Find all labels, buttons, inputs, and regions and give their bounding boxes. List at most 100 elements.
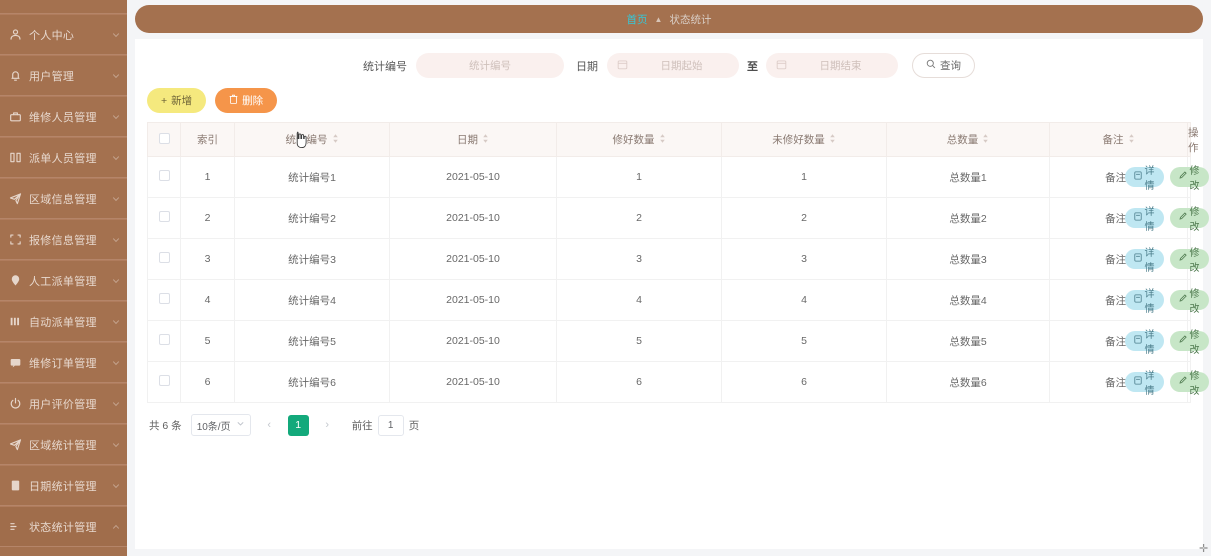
prev-page-button[interactable]: ‹ [260, 415, 279, 436]
page-number-1[interactable]: 1 [287, 414, 309, 436]
frame-icon [9, 233, 22, 246]
sort-icon[interactable] [659, 133, 666, 147]
search-button-label: 查询 [940, 60, 961, 72]
chevron-down-icon[interactable] [111, 358, 121, 368]
row-checkbox[interactable] [158, 334, 170, 345]
chevron-down-icon[interactable] [111, 71, 121, 81]
date-end-input[interactable]: 日期结束 [766, 53, 898, 78]
sidebar-item-label: 人工派单管理 [29, 275, 97, 288]
sort-icon[interactable] [1128, 133, 1135, 147]
column-header-remark[interactable]: 备注 [1049, 122, 1188, 157]
pencil-icon [1178, 335, 1187, 347]
chevron-down-icon[interactable] [111, 399, 121, 409]
sidebar-item-label: 自动派单管理 [29, 316, 97, 329]
chevron-down-icon[interactable] [111, 481, 121, 491]
search-button[interactable]: 查询 [912, 53, 975, 78]
app-root: 个人中心 用户管理 维修人员管理 派单人员管理区域信息管理报修信息管理人工派单管理 自动… [0, 0, 1211, 556]
row-checkbox[interactable] [158, 293, 170, 304]
sidebar-item-9[interactable]: 维修订单管理 [0, 342, 127, 383]
column-header-total[interactable]: 总数量 [886, 122, 1050, 157]
sidebar-item-partial[interactable] [0, 0, 127, 14]
sidebar-item-8[interactable]: 自动派单管理 [0, 301, 127, 342]
edit-button[interactable]: 修改 [1169, 289, 1209, 315]
edit-button[interactable]: 修改 [1169, 371, 1209, 397]
sidebar-item-1[interactable]: 个人中心 [0, 14, 127, 55]
sort-icon[interactable] [332, 133, 339, 147]
pencil-icon [1178, 253, 1187, 265]
cell-ops: 详情修改删除 [1124, 279, 1209, 321]
detail-button[interactable]: 详情 [1124, 207, 1164, 233]
next-page-button[interactable]: › [318, 415, 337, 436]
date-start-placeholder: 日期起始 [660, 60, 703, 72]
column-header-date[interactable]: 日期 [389, 122, 557, 157]
breadcrumb-current: 状态统计 [669, 13, 712, 26]
row-checkbox[interactable] [158, 252, 170, 263]
chevron-up-icon[interactable] [111, 522, 121, 532]
detail-button[interactable]: 详情 [1124, 330, 1164, 356]
date-filter-label: 日期 [576, 60, 598, 73]
chevron-down-icon[interactable] [111, 153, 121, 163]
detail-button[interactable]: 详情 [1124, 166, 1164, 192]
sort-icon[interactable] [482, 133, 489, 147]
sidebar-item-7[interactable]: 人工派单管理 [0, 260, 127, 301]
chevron-down-icon[interactable] [111, 194, 121, 204]
column-header-unfixed[interactable]: 未修好数量 [721, 122, 887, 157]
edit-button[interactable]: 修改 [1169, 248, 1209, 274]
select-all-checkbox[interactable] [158, 132, 170, 144]
sidebar-item-3[interactable]: 维修人员管理 [0, 96, 127, 137]
detail-button[interactable]: 详情 [1124, 371, 1164, 397]
chevron-down-icon[interactable] [111, 30, 121, 40]
sort-icon[interactable] [982, 133, 989, 147]
add-button[interactable]: + 新增 [147, 88, 207, 113]
edit-button[interactable]: 修改 [1169, 207, 1209, 233]
page-size-select[interactable]: 10条/页 [190, 414, 251, 436]
cell-unfixed: 5 [721, 320, 887, 362]
jump-page-input[interactable] [377, 414, 404, 436]
edit-button[interactable]: 修改 [1169, 330, 1209, 356]
detail-label: 详情 [1144, 166, 1155, 192]
sidebar-item-11[interactable]: 区域统计管理 [0, 424, 127, 465]
row-checkbox[interactable] [158, 375, 170, 386]
sidebar-item-13[interactable]: 状态统计管理 [0, 506, 127, 547]
row-action-group: 详情修改删除 [1124, 289, 1209, 315]
date-range-separator: 至 [747, 60, 758, 73]
chevron-down-icon[interactable] [111, 440, 121, 450]
row-checkbox[interactable] [158, 211, 170, 222]
edit-button[interactable]: 修改 [1169, 166, 1209, 192]
sort-icon[interactable] [829, 133, 836, 147]
date-start-input[interactable]: 日期起始 [607, 53, 739, 78]
detail-button[interactable]: 详情 [1124, 248, 1164, 274]
delete-button[interactable]: 删除 [215, 88, 278, 113]
breadcrumb-home[interactable]: 首页 [627, 12, 648, 27]
pagination: 共 6 条 10条/页 ‹ 1 › 前往 页 [135, 403, 1203, 436]
sidebar-subitem-active[interactable]: 状态统计 [0, 547, 127, 556]
row-action-group: 详情修改删除 [1124, 248, 1209, 274]
sidebar-item-10[interactable]: 用户评价管理 [0, 383, 127, 424]
cell-remark: 备注5 [1049, 320, 1188, 362]
date-end-placeholder: 日期结束 [819, 60, 862, 72]
sidebar-item-6[interactable]: 报修信息管理 [0, 219, 127, 260]
pencil-icon [1178, 171, 1187, 183]
chevron-down-icon[interactable] [111, 317, 121, 327]
row-action-group: 详情修改删除 [1124, 371, 1209, 397]
sidebar-item-2[interactable]: 用户管理 [0, 55, 127, 96]
sidebar-item-12[interactable]: 日期统计管理 [0, 465, 127, 506]
chevron-down-icon[interactable] [111, 276, 121, 286]
chevron-down-icon[interactable] [111, 235, 121, 245]
detail-button[interactable]: 详情 [1124, 289, 1164, 315]
cell-code: 统计编号5 [234, 320, 390, 362]
column-header-fixed[interactable]: 修好数量 [556, 122, 722, 157]
code-filter-input[interactable] [416, 53, 564, 78]
cell-code: 统计编号6 [234, 361, 390, 403]
cell-total: 总数量3 [886, 238, 1050, 280]
cell-unfixed: 4 [721, 279, 887, 321]
sidebar-item-4[interactable]: 派单人员管理 [0, 137, 127, 178]
pagination-total: 共 6 条 [149, 419, 182, 432]
sidebar-item-label: 区域信息管理 [29, 193, 97, 206]
column-header-code[interactable]: 统计编号 [234, 122, 390, 157]
detail-icon [1133, 294, 1142, 306]
sidebar-item-5[interactable]: 区域信息管理 [0, 178, 127, 219]
row-checkbox[interactable] [158, 170, 170, 181]
statistics-table: 索引 统计编号 日期 修好数量 未修好数量 总数量 备注 操作 1 统计编号1 2021-05-1… [147, 122, 1209, 403]
chevron-down-icon[interactable] [111, 112, 121, 122]
